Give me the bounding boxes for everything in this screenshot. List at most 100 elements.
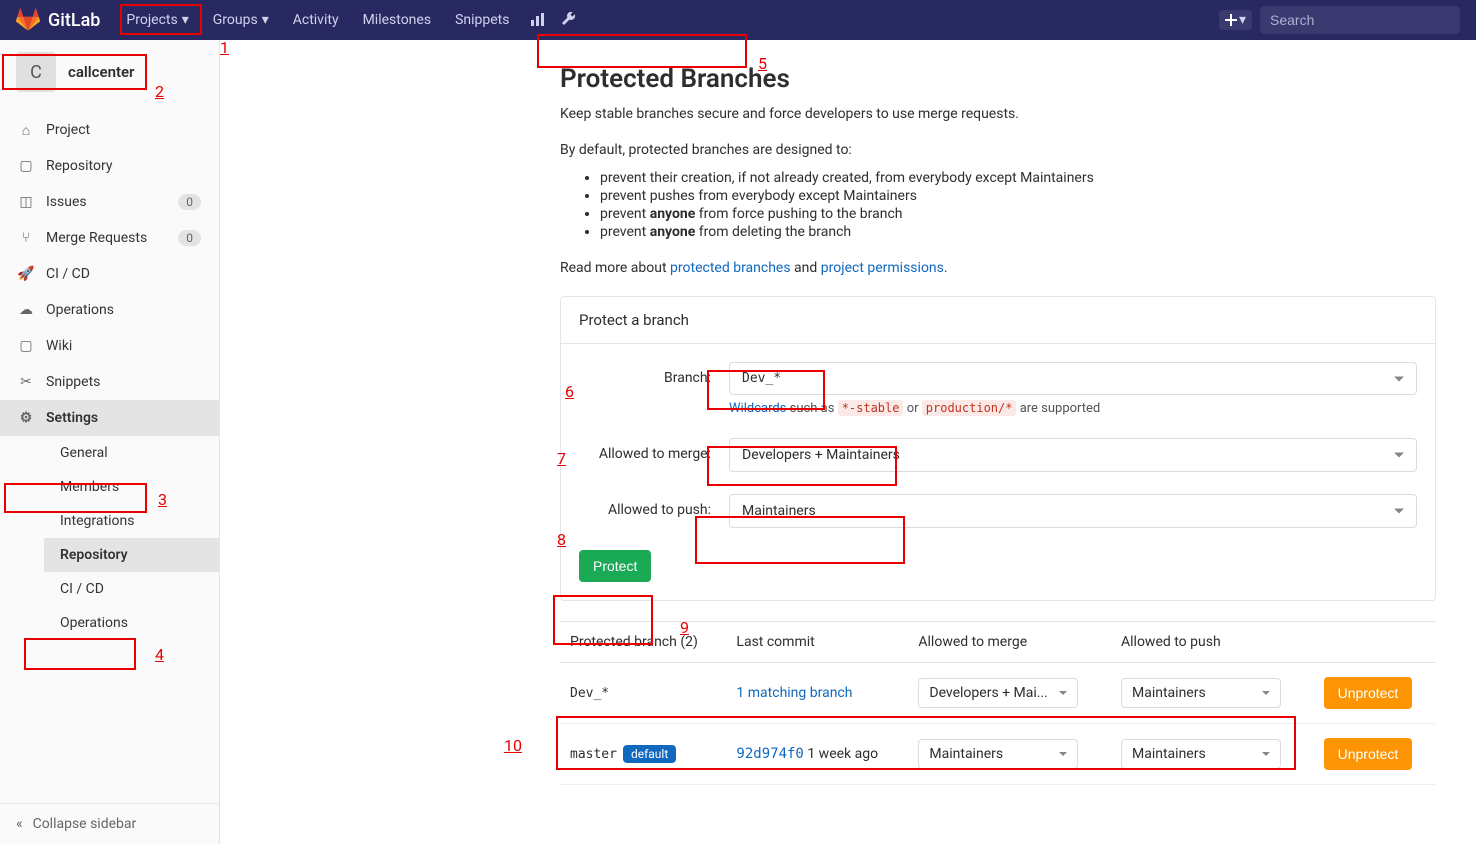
snip-icon: ✂ [18, 374, 34, 390]
sidebar-item-snippets[interactable]: ✂Snippets [0, 364, 219, 400]
protect-branch-panel: Protect a branch Branch: Dev_* Wildcards… [560, 296, 1436, 601]
merge-row: Allowed to merge: Developers + Maintaine… [579, 438, 1417, 472]
protect-button[interactable]: Protect [579, 550, 651, 582]
sub-repository[interactable]: Repository [44, 538, 219, 572]
design-intro: By default, protected branches are desig… [560, 142, 1436, 158]
table-row: master default 92d974f0 1 week ago Mainta… [560, 724, 1436, 785]
chart-icon[interactable] [523, 6, 551, 34]
search-input[interactable] [1260, 6, 1460, 34]
bullet-2: prevent pushes from everybody except Mai… [600, 188, 1436, 204]
code-stable: *-stable [838, 400, 904, 416]
sidebar: C callcenter ⌂Project ▢Repository ◫Issue… [0, 40, 220, 844]
unprotect-button[interactable]: Unprotect [1324, 738, 1413, 770]
sub-integrations[interactable]: Integrations [44, 504, 219, 538]
project-permissions-link[interactable]: project permissions [821, 260, 944, 276]
topbar: GitLab Projects ▾ Groups ▾ Activity Mile… [0, 0, 1476, 40]
mr-badge: 0 [178, 230, 201, 246]
gear-icon: ⚙ [18, 410, 34, 426]
plus-icon [1225, 14, 1237, 26]
commit-hash[interactable]: 92d974f0 [736, 746, 803, 762]
protected-branches-table: Protected branch (2) Last commit Allowed… [560, 621, 1436, 785]
sidebar-item-project[interactable]: ⌂Project [0, 112, 219, 148]
sidebar-item-settings[interactable]: ⚙Settings [0, 400, 219, 436]
sidebar-item-cicd[interactable]: 🚀CI / CD [0, 256, 219, 292]
merge-label: Allowed to merge: [579, 438, 729, 462]
chevron-down-icon: ▾ [262, 12, 269, 28]
sub-operations[interactable]: Operations [44, 606, 219, 640]
merge-select[interactable]: Developers + Maintainers [729, 438, 1417, 472]
bullet-1: prevent their creation, if not already c… [600, 170, 1436, 186]
branch-select[interactable]: Dev_* [729, 362, 1417, 395]
sidebar-item-wiki[interactable]: ▢Wiki [0, 328, 219, 364]
plus-dropdown[interactable]: ▾ [1219, 10, 1252, 30]
bullet-3: prevent anyone from force pushing to the… [600, 206, 1436, 222]
repo-icon: ▢ [18, 158, 34, 174]
push-label: Allowed to push: [579, 494, 729, 518]
sidebar-item-issues[interactable]: ◫Issues0 [0, 184, 219, 220]
gitlab-logo[interactable]: GitLab [16, 8, 100, 32]
collapse-icon: « [16, 816, 23, 832]
gitlab-icon [16, 8, 40, 32]
wildcards-link[interactable]: Wildcards [729, 401, 786, 416]
merge-icon: ⑂ [18, 230, 34, 246]
unprotect-button[interactable]: Unprotect [1324, 677, 1413, 709]
topbar-nav: Projects ▾ Groups ▾ Activity Milestones … [116, 6, 583, 34]
row-branch: master [570, 747, 617, 762]
protected-branches-link[interactable]: protected branches [670, 260, 791, 276]
issues-badge: 0 [178, 194, 201, 210]
th-push: Allowed to push [1111, 622, 1314, 663]
branch-label: Branch: [579, 362, 729, 386]
nav-projects[interactable]: Projects ▾ [116, 6, 198, 34]
project-header[interactable]: C callcenter [0, 40, 219, 104]
row-merge-select[interactable]: Developers + Mai... [918, 678, 1078, 708]
topbar-right: ▾ [1219, 6, 1460, 34]
issues-icon: ◫ [18, 194, 34, 210]
read-more: Read more about protected branches and p… [560, 260, 1436, 276]
bullet-4: prevent anyone from deleting the branch [600, 224, 1436, 240]
project-name: callcenter [68, 63, 134, 81]
row-push-select[interactable]: Maintainers [1121, 739, 1281, 769]
wrench-icon[interactable] [555, 6, 583, 34]
th-merge: Allowed to merge [908, 622, 1111, 663]
sub-cicd[interactable]: CI / CD [44, 572, 219, 606]
row-merge-select[interactable]: Maintainers [918, 739, 1078, 769]
th-branch: Protected branch (2) [560, 622, 726, 663]
ops-icon: ☁ [18, 302, 34, 318]
table-row: Dev_* 1 matching branch Developers + Mai… [560, 663, 1436, 724]
page-title: Protected Branches [560, 64, 790, 94]
wildcard-hint: Wildcards such as *-stable or production… [729, 401, 1417, 416]
sidebar-nav: ⌂Project ▢Repository ◫Issues0 ⑂Merge Req… [0, 104, 219, 803]
home-icon: ⌂ [18, 122, 34, 138]
row-push-select[interactable]: Maintainers [1121, 678, 1281, 708]
commit-ago: 1 week ago [807, 746, 878, 762]
main-content: Protected Branches Keep stable branches … [220, 40, 1476, 844]
matching-branch-link[interactable]: 1 matching branch [736, 685, 852, 701]
design-bullets: prevent their creation, if not already c… [600, 170, 1436, 240]
push-select[interactable]: Maintainers [729, 494, 1417, 528]
row-branch: Dev_* [570, 686, 609, 701]
panel-title: Protect a branch [561, 297, 1435, 344]
branch-row: Branch: Dev_* Wildcards such as *-stable… [579, 362, 1417, 416]
nav-activity[interactable]: Activity [283, 6, 349, 34]
wiki-icon: ▢ [18, 338, 34, 354]
chevron-down-icon: ▾ [182, 12, 189, 28]
sub-general[interactable]: General [44, 436, 219, 470]
nav-groups[interactable]: Groups ▾ [203, 6, 279, 34]
chevron-down-icon: ▾ [1239, 12, 1246, 28]
th-commit: Last commit [726, 622, 908, 663]
nav-milestones[interactable]: Milestones [353, 6, 442, 34]
push-row: Allowed to push: Maintainers [579, 494, 1417, 528]
cicd-icon: 🚀 [18, 266, 34, 282]
nav-snippets[interactable]: Snippets [445, 6, 519, 34]
project-avatar: C [16, 52, 56, 92]
sidebar-item-operations[interactable]: ☁Operations [0, 292, 219, 328]
sub-members[interactable]: Members [44, 470, 219, 504]
sidebar-item-merge-requests[interactable]: ⑂Merge Requests0 [0, 220, 219, 256]
collapse-sidebar[interactable]: « Collapse sidebar [0, 803, 219, 844]
brand-text: GitLab [48, 10, 100, 31]
sidebar-item-repository[interactable]: ▢Repository [0, 148, 219, 184]
default-badge: default [623, 745, 676, 763]
settings-submenu: General Members Integrations Repository … [0, 436, 219, 640]
code-production: production/* [922, 400, 1017, 416]
th-action [1314, 622, 1436, 663]
